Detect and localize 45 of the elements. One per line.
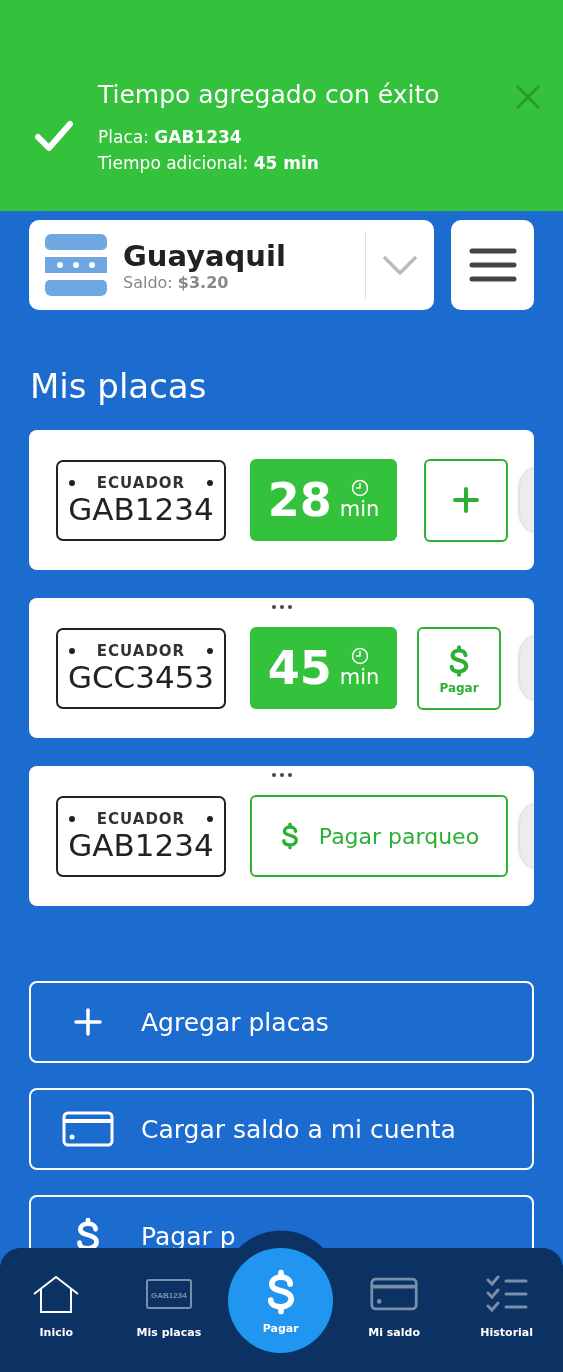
banner-detail: Placa: GAB1234 [98, 127, 243, 147]
section-title: Mis placas [30, 366, 208, 406]
plate-rivet [68, 815, 75, 822]
plate-number: GAB1234 [68, 827, 214, 863]
pay-button[interactable]: Pagar [417, 626, 501, 710]
more-dots-icon [271, 772, 293, 778]
menu-button[interactable] [451, 220, 534, 310]
nav-tab[interactable]: Inicio [0, 1274, 113, 1339]
credit-card-icon [61, 1111, 115, 1147]
minutes-value: 28 [267, 473, 332, 527]
clock-icon [350, 647, 369, 665]
action-button[interactable]: Agregar placas [29, 981, 534, 1063]
minutes-value: 45 [267, 641, 332, 695]
minutes-unit: min [339, 665, 380, 689]
flag-icon [45, 234, 107, 296]
plate-country: ECUADOR [96, 809, 186, 828]
add-time-button[interactable] [424, 458, 508, 542]
close-button[interactable] [515, 84, 541, 110]
nav-tab[interactable]: Historial [450, 1274, 563, 1339]
nav-tab[interactable]: Mi saldo [337, 1274, 451, 1339]
plate-country: ECUADOR [96, 641, 186, 660]
plate-number: GAB1234 [68, 491, 214, 527]
banner-title: Tiempo agregado con éxito [98, 80, 440, 109]
plate-rivet [207, 479, 214, 486]
plate-rivet [68, 479, 75, 486]
banner-detail: Tiempo adicional: 45 min [98, 153, 319, 173]
clock-icon [350, 479, 369, 497]
balance-text: Saldo: $3.20 [123, 272, 230, 292]
more-dots-icon [271, 604, 293, 610]
plate-number: GCC3453 [67, 659, 215, 695]
checkmark-icon [34, 120, 74, 152]
chevron-down-icon [382, 255, 418, 275]
minutes-unit: min [339, 497, 380, 521]
plate-rivet [207, 647, 214, 654]
plate-rivet [207, 815, 214, 822]
plate-rivet [68, 647, 75, 654]
pay-nav-button[interactable]: Pagar [228, 1248, 334, 1353]
plus-icon [452, 486, 480, 514]
menu-icon [468, 247, 517, 283]
action-button[interactable]: Cargar saldo a mi cuenta [29, 1088, 534, 1170]
pay-parking-button[interactable]: Pagar parqueo [250, 795, 508, 877]
nav-tab[interactable]: GAB1234 Mis placas [112, 1274, 226, 1339]
city-selector[interactable]: Guayaquil Saldo: $3.20 [29, 220, 434, 310]
plate-country: ECUADOR [96, 473, 186, 492]
city-name: Guayaquil [123, 238, 287, 273]
